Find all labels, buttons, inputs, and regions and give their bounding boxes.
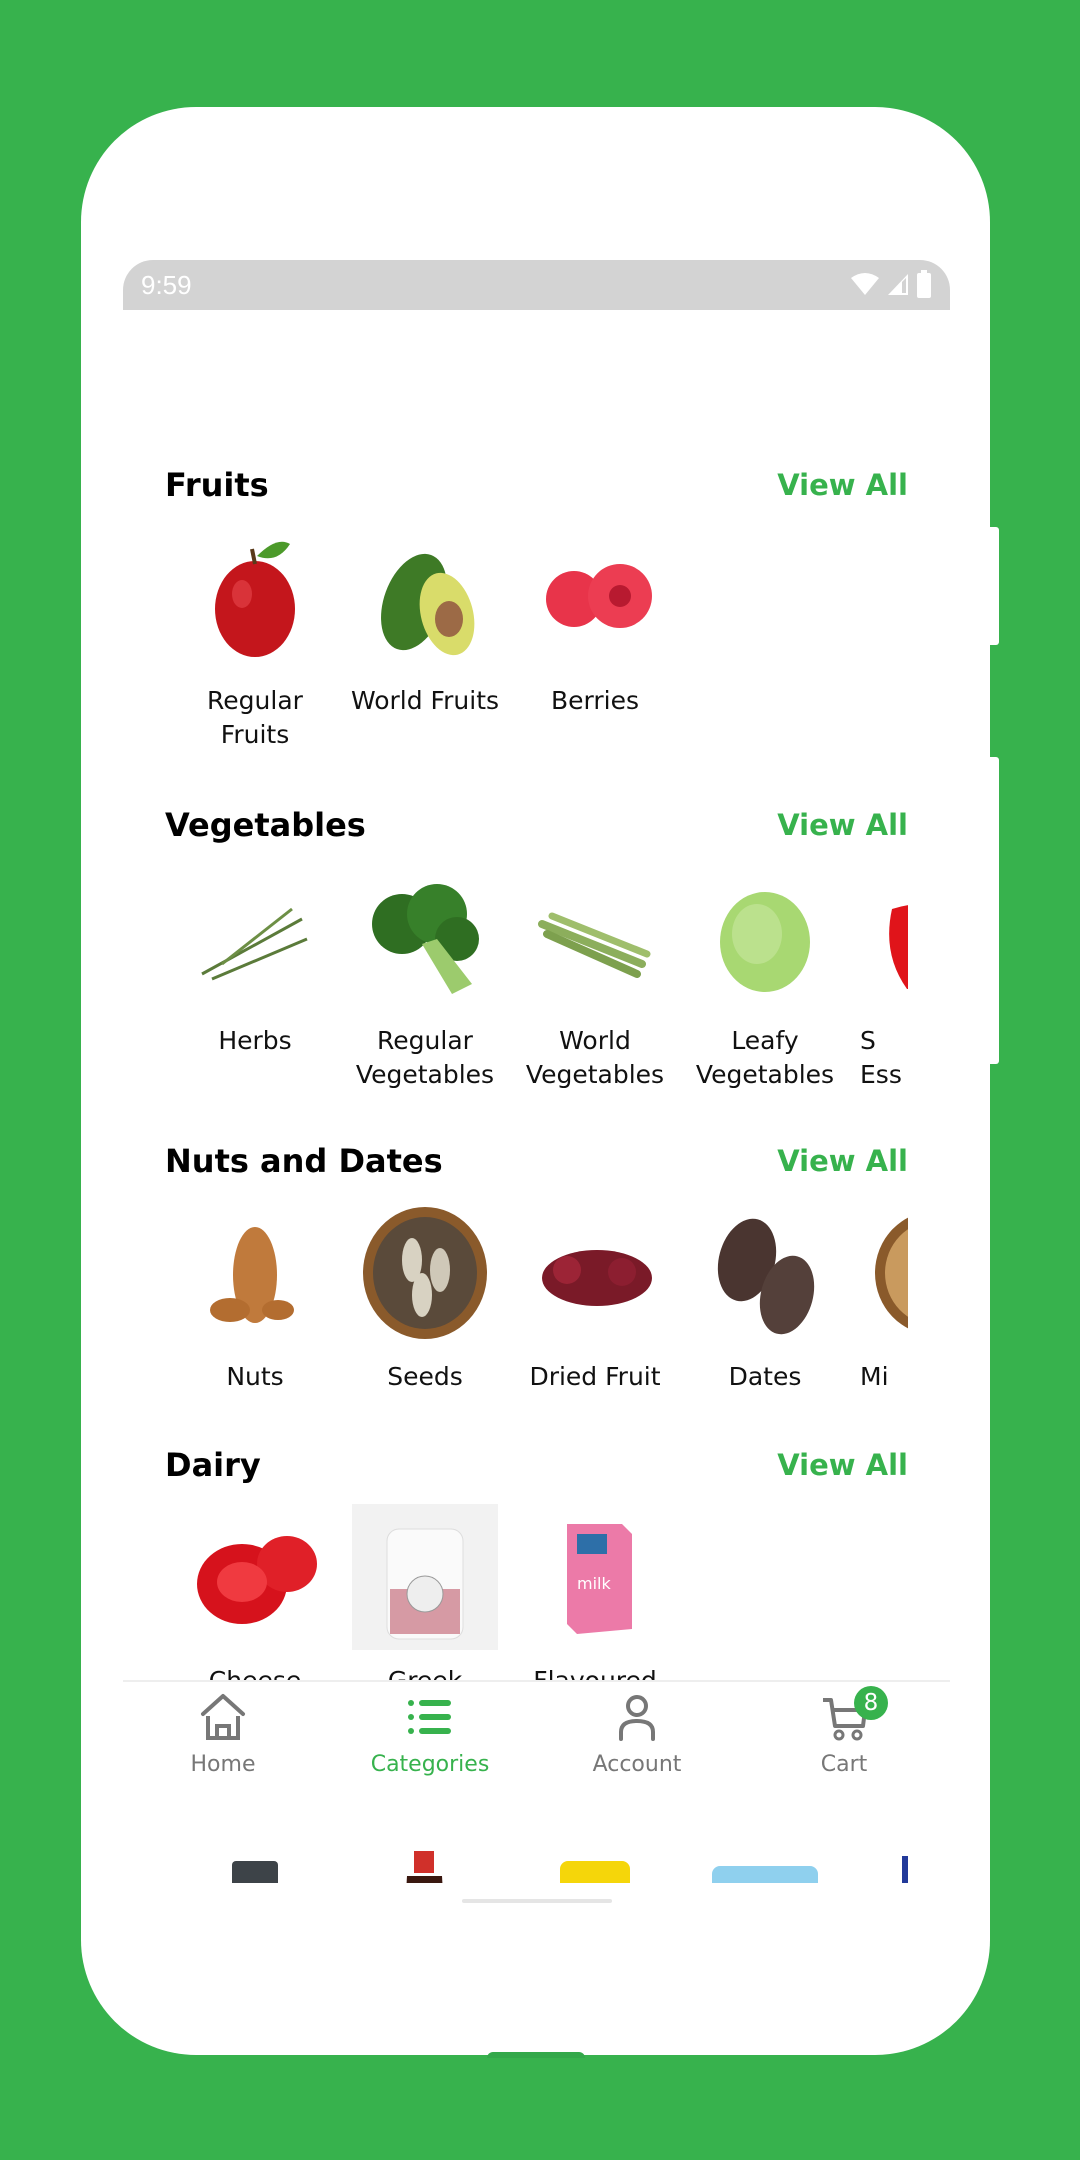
strawberry-milk-image: milk — [522, 1504, 668, 1650]
status-bar: 9:59 — [123, 260, 950, 310]
nav-categories[interactable]: Categories — [360, 1692, 500, 1777]
nav-home[interactable]: Home — [153, 1692, 293, 1777]
dates-image — [692, 1200, 838, 1346]
category-label: Leafy Vegetables — [695, 1026, 835, 1089]
category-item[interactable]: Herbs — [180, 864, 330, 1058]
nav-cart-label: Cart — [820, 1752, 868, 1777]
section-nuts-and-dates: Nuts and Dates View All Nuts Seeds Dried… — [165, 1142, 908, 1391]
view-all-link[interactable]: View All — [777, 468, 908, 502]
section-fruits: Fruits View All Regular Fruits World Fru… — [165, 466, 908, 749]
sunflower-seeds-image — [352, 1200, 498, 1346]
view-all-link[interactable]: View All — [777, 1448, 908, 1482]
category-label: World Vegetables — [525, 1026, 665, 1089]
status-time: 9:59 — [141, 270, 192, 300]
category-label: Nuts — [226, 1362, 284, 1391]
category-label: Mi — [860, 1362, 889, 1391]
category-item[interactable]: Nuts — [180, 1200, 330, 1394]
category-item[interactable] — [180, 1841, 330, 1883]
category-item[interactable]: S Ess — [860, 864, 908, 1092]
nav-home-label: Home — [190, 1752, 256, 1777]
bottom-nav: Home Categories Account 8 Cart — [123, 1680, 950, 1822]
category-label: S Ess — [860, 1026, 902, 1089]
category-item[interactable]: Mi — [860, 1200, 908, 1394]
category-item[interactable] — [520, 1841, 670, 1883]
phone-frame: 9:59 Fruits View All Regular Fruits Worl… — [81, 107, 990, 2055]
categories-list[interactable]: Fruits View All Regular Fruits World Fru… — [165, 310, 908, 1883]
category-item[interactable]: Dried Fruit — [520, 1200, 670, 1394]
nav-cart[interactable]: 8 Cart — [774, 1686, 914, 1777]
home-icon — [198, 1694, 248, 1746]
category-item[interactable]: Regular Vegetables — [350, 864, 500, 1092]
power-button — [990, 757, 999, 1064]
category-carousel[interactable]: Nuts Seeds Dried Fruit Dates Mi — [165, 1200, 908, 1460]
category-label: Dates — [728, 1362, 802, 1391]
category-item[interactable]: Regular Fruits — [180, 524, 330, 752]
bottom-notch — [487, 2052, 585, 2058]
flour-bag-image: Red Mill — [692, 1841, 838, 1883]
category-item[interactable]: Cheese — [180, 1504, 330, 1698]
section-vegetables: Vegetables View All Herbs Regular Vegeta… — [165, 806, 908, 1089]
nav-account-label: Account — [592, 1752, 682, 1777]
category-item[interactable]: Dates — [690, 1200, 840, 1394]
category-item[interactable]: World Vegetables — [520, 864, 670, 1092]
avocado-image — [352, 524, 498, 670]
category-label: Regular Fruits — [207, 686, 303, 749]
category-carousel[interactable]: Red Mill — [165, 1841, 908, 1883]
category-label: Herbs — [218, 1026, 292, 1055]
lettuce-image — [692, 864, 838, 1010]
signal-icon — [886, 272, 910, 300]
category-item[interactable] — [860, 1841, 908, 1883]
category-label: Berries — [550, 686, 639, 715]
category-label: Seeds — [387, 1362, 463, 1391]
cart-icon — [819, 1698, 869, 1746]
category-label: World Fruits — [350, 686, 500, 715]
apple-image — [182, 524, 328, 670]
section-title: Vegetables — [165, 806, 366, 844]
volume-button — [990, 527, 999, 645]
category-item[interactable]: Seeds — [350, 1200, 500, 1394]
red-pepper-image — [862, 864, 908, 1010]
dried-cranberries-image — [522, 1200, 668, 1346]
category-item[interactable]: Leafy Vegetables — [690, 864, 840, 1092]
category-item[interactable]: Red Mill — [690, 1841, 840, 1883]
section-dairy: Dairy View All Cheese Greek Yogurt milk … — [165, 1446, 908, 1729]
home-indicator[interactable] — [462, 1899, 612, 1903]
blue-pack-image — [862, 1841, 908, 1883]
category-label: Dried Fruit — [529, 1362, 661, 1391]
rosemary-image — [182, 864, 328, 1010]
category-carousel[interactable]: Herbs Regular Vegetables World Vegetable… — [165, 864, 908, 1124]
yogurt-jar-image — [352, 1504, 498, 1650]
battery-icon — [916, 270, 932, 302]
jar-image — [182, 1841, 328, 1883]
category-label: Regular Vegetables — [355, 1026, 495, 1089]
nav-categories-label: Categories — [370, 1752, 490, 1777]
list-icon — [405, 1700, 455, 1746]
svg-text:milk: milk — [577, 1574, 611, 1593]
nav-account[interactable]: Account — [567, 1692, 707, 1777]
yellow-jar-image — [522, 1841, 668, 1883]
broccoli-image — [352, 864, 498, 1010]
raspberries-image — [522, 524, 668, 670]
section-title: Dairy — [165, 1446, 261, 1484]
section-title: Nuts and Dates — [165, 1142, 443, 1180]
section-title: Fruits — [165, 466, 269, 504]
category-item[interactable]: World Fruits — [350, 524, 500, 718]
category-item[interactable] — [350, 1841, 500, 1883]
cart-badge: 8 — [854, 1686, 888, 1720]
category-item[interactable]: Berries — [520, 524, 670, 718]
person-icon — [612, 1695, 662, 1746]
almonds-image — [182, 1200, 328, 1346]
view-all-link[interactable]: View All — [777, 808, 908, 842]
sauce-bottle-image — [352, 1841, 498, 1883]
mixed-nuts-image — [862, 1200, 908, 1346]
view-all-link[interactable]: View All — [777, 1144, 908, 1178]
asparagus-image — [522, 864, 668, 1010]
babybel-cheese-image — [182, 1504, 328, 1650]
category-carousel[interactable]: Regular Fruits World Fruits Berries — [165, 524, 908, 784]
wifi-icon — [850, 272, 880, 300]
